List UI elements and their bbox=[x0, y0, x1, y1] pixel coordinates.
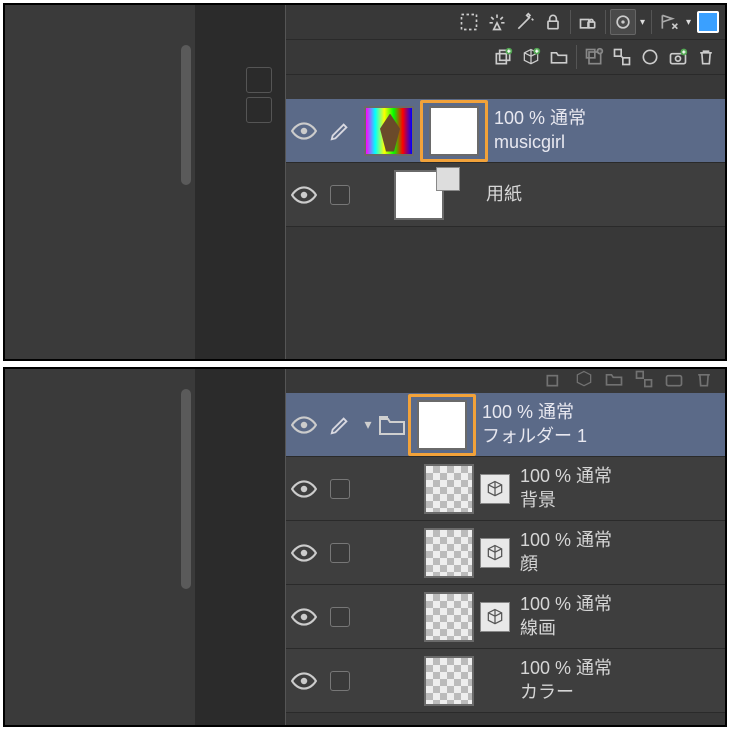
layer-row-paper[interactable]: 用紙 bbox=[286, 163, 725, 227]
chevron-down-icon[interactable]: ▾ bbox=[358, 416, 378, 433]
overlay-add-icon[interactable] bbox=[581, 44, 607, 70]
layer-opacity-text: 100 % 通常 bbox=[520, 529, 612, 552]
layer-row-child[interactable]: 100 % 通常 背景 bbox=[286, 457, 725, 521]
toolbar-divider bbox=[576, 45, 577, 69]
light-icon[interactable] bbox=[484, 9, 510, 35]
folder-open-icon bbox=[378, 413, 408, 437]
bottom-screenshot: ▾ 100 % 通常 フォルダー 1 bbox=[3, 367, 727, 727]
cube-icon bbox=[480, 602, 510, 632]
canvas-scrollbar[interactable] bbox=[181, 45, 191, 185]
select-dashed-icon[interactable] bbox=[456, 9, 482, 35]
layer-label: 用紙 bbox=[486, 183, 522, 206]
folder-icon[interactable] bbox=[601, 367, 627, 392]
cube-icon bbox=[480, 474, 510, 504]
layer-list: 100 % 通常 musicgirl 用紙 bbox=[286, 99, 725, 359]
layer-label: 100 % 通常 カラー bbox=[520, 657, 612, 704]
layer-checkbox[interactable] bbox=[322, 671, 358, 691]
wand-icon[interactable] bbox=[512, 9, 538, 35]
cube-add-icon[interactable] bbox=[571, 367, 597, 392]
layer-name-text: 背景 bbox=[520, 489, 612, 512]
canvas-area bbox=[5, 369, 195, 725]
top-screenshot: ▾ ▾ bbox=[3, 3, 727, 361]
layer-label: 100 % 通常 線画 bbox=[520, 593, 612, 640]
folder-icon[interactable] bbox=[546, 44, 572, 70]
layer-thumbnail[interactable] bbox=[418, 461, 480, 517]
draw-target-icon[interactable] bbox=[322, 414, 358, 436]
visibility-toggle[interactable] bbox=[286, 607, 322, 627]
layer-label: 100 % 通常 フォルダー 1 bbox=[482, 401, 587, 448]
layer-thumbnail[interactable] bbox=[418, 653, 480, 709]
layer-opacity-text: 100 % 通常 bbox=[494, 107, 586, 130]
merge-icon[interactable] bbox=[631, 367, 657, 392]
fx-circle-icon[interactable] bbox=[610, 9, 636, 35]
toolbar-divider bbox=[651, 10, 652, 34]
merge-icon[interactable] bbox=[609, 44, 635, 70]
camera-add-icon[interactable] bbox=[665, 44, 691, 70]
layer-opacity-text: 100 % 通常 bbox=[482, 401, 587, 424]
layer-thumbnail[interactable] bbox=[418, 525, 480, 581]
cube-add-icon[interactable] bbox=[518, 44, 544, 70]
layer-mask-thumbnail[interactable] bbox=[420, 100, 488, 162]
layer-row-child[interactable]: 100 % 通常 顔 bbox=[286, 521, 725, 585]
layer-checkbox[interactable] bbox=[322, 607, 358, 627]
slots-bottom-icon[interactable] bbox=[246, 97, 272, 123]
color-swatch-icon[interactable] bbox=[697, 11, 719, 33]
layer-checkbox[interactable] bbox=[322, 543, 358, 563]
visibility-toggle[interactable] bbox=[286, 543, 322, 563]
layer-thumbnail[interactable] bbox=[418, 589, 480, 645]
toolbar-divider bbox=[605, 10, 606, 34]
canvas-scrollbar[interactable] bbox=[181, 389, 191, 589]
layer-name-text: musicgirl bbox=[494, 131, 586, 154]
layer-name-text: 用紙 bbox=[486, 183, 522, 206]
cube-icon bbox=[480, 538, 510, 568]
layer-panel: ▾ ▾ bbox=[285, 5, 725, 359]
toolbar-row-1: ▾ ▾ bbox=[286, 5, 725, 40]
stack-add-icon[interactable] bbox=[490, 44, 516, 70]
trash-icon[interactable] bbox=[691, 367, 717, 392]
layer-thumbnail[interactable] bbox=[358, 103, 420, 159]
stack-add-icon[interactable] bbox=[541, 367, 567, 392]
layer-row-child[interactable]: 100 % 通常 線画 bbox=[286, 585, 725, 649]
canvas-area bbox=[5, 5, 195, 359]
layer-name-text: カラー bbox=[520, 681, 612, 704]
visibility-toggle[interactable] bbox=[286, 479, 322, 499]
layer-opacity-text: 100 % 通常 bbox=[520, 465, 612, 488]
trash-icon[interactable] bbox=[693, 44, 719, 70]
chevron-down-icon[interactable]: ▾ bbox=[684, 17, 693, 28]
paper-mini-icon bbox=[436, 167, 460, 191]
camera-add-icon[interactable] bbox=[661, 367, 687, 392]
layer-name-text: 顔 bbox=[520, 553, 612, 576]
lock-icon[interactable] bbox=[540, 9, 566, 35]
layer-panel: ▾ 100 % 通常 フォルダー 1 bbox=[285, 369, 725, 725]
layer-row-child[interactable]: 100 % 通常 カラー bbox=[286, 649, 725, 713]
slots-top-icon[interactable] bbox=[246, 67, 272, 93]
draw-target-icon[interactable] bbox=[322, 120, 358, 142]
flag-x-icon[interactable] bbox=[656, 9, 682, 35]
layer-checkbox[interactable] bbox=[322, 479, 358, 499]
toolbar-row-2 bbox=[286, 40, 725, 75]
toolbar-truncated bbox=[286, 367, 725, 391]
toolbar-divider bbox=[570, 10, 571, 34]
visibility-toggle[interactable] bbox=[286, 415, 322, 435]
layer-opacity-text: 100 % 通常 bbox=[520, 593, 612, 616]
visibility-toggle[interactable] bbox=[286, 185, 322, 205]
layer-name-text: 線画 bbox=[520, 617, 612, 640]
visibility-toggle[interactable] bbox=[286, 671, 322, 691]
visibility-toggle[interactable] bbox=[286, 121, 322, 141]
layer-label: 100 % 通常 背景 bbox=[520, 465, 612, 512]
chevron-down-icon[interactable]: ▾ bbox=[638, 17, 647, 28]
layer-list: ▾ 100 % 通常 フォルダー 1 bbox=[286, 393, 725, 725]
layer-row-musicgirl[interactable]: 100 % 通常 musicgirl bbox=[286, 99, 725, 163]
layer-checkbox[interactable] bbox=[322, 185, 358, 205]
layer-label: 100 % 通常 musicgirl bbox=[494, 107, 586, 154]
layer-name-text: フォルダー 1 bbox=[482, 425, 587, 448]
mask-lock-icon[interactable] bbox=[575, 9, 601, 35]
layer-mask-thumbnail[interactable] bbox=[408, 394, 476, 456]
layer-thumbnail[interactable] bbox=[388, 167, 450, 223]
layer-label: 100 % 通常 顔 bbox=[520, 529, 612, 576]
layer-opacity-text: 100 % 通常 bbox=[520, 657, 612, 680]
layer-row-folder[interactable]: ▾ 100 % 通常 フォルダー 1 bbox=[286, 393, 725, 457]
panel-side-slots bbox=[246, 67, 272, 123]
circle-icon[interactable] bbox=[637, 44, 663, 70]
